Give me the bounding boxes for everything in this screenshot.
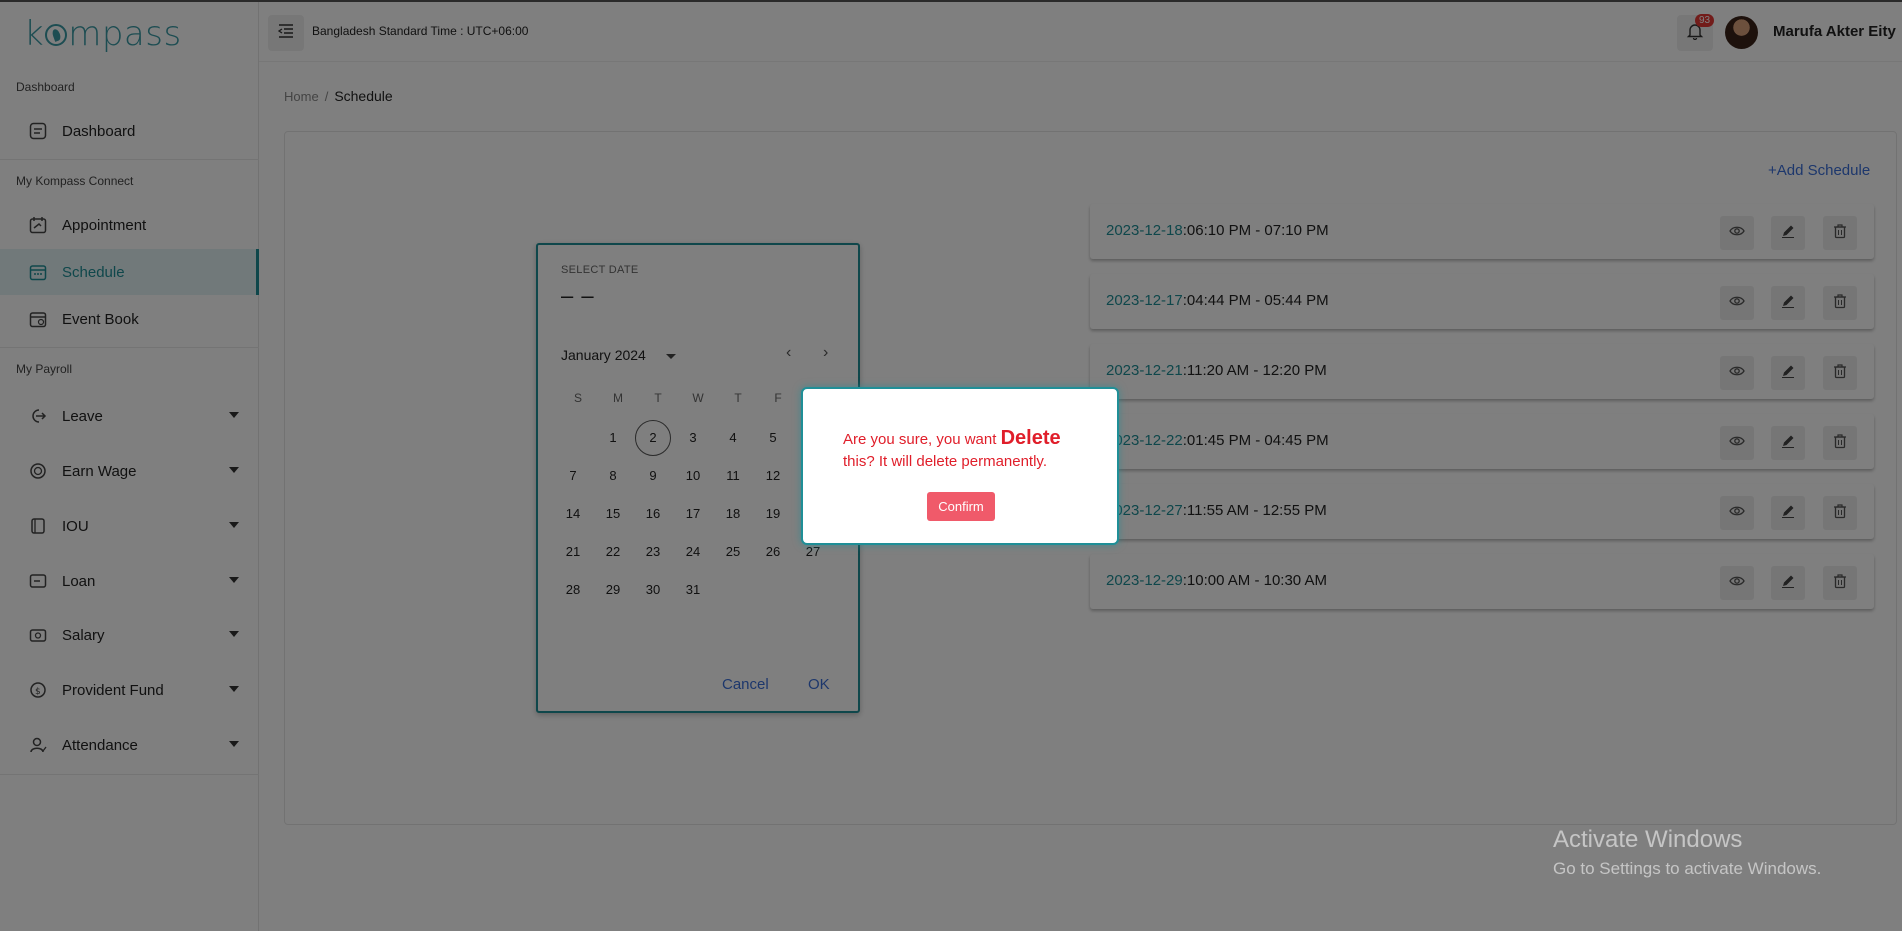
message-emphasis: Delete (1000, 427, 1061, 449)
delete-confirm-message: Are you sure, you want Delete this? It w… (843, 427, 1083, 473)
activate-windows-title: Activate Windows (1553, 826, 1743, 853)
message-text: Are you sure, you want (843, 431, 1001, 448)
confirm-button[interactable]: Confirm (927, 492, 995, 521)
activate-windows-subtitle: Go to Settings to activate Windows. (1553, 859, 1822, 878)
message-text: this? It will delete permanently. (843, 453, 1047, 470)
delete-confirm-dialog: Are you sure, you want Delete this? It w… (801, 387, 1119, 545)
